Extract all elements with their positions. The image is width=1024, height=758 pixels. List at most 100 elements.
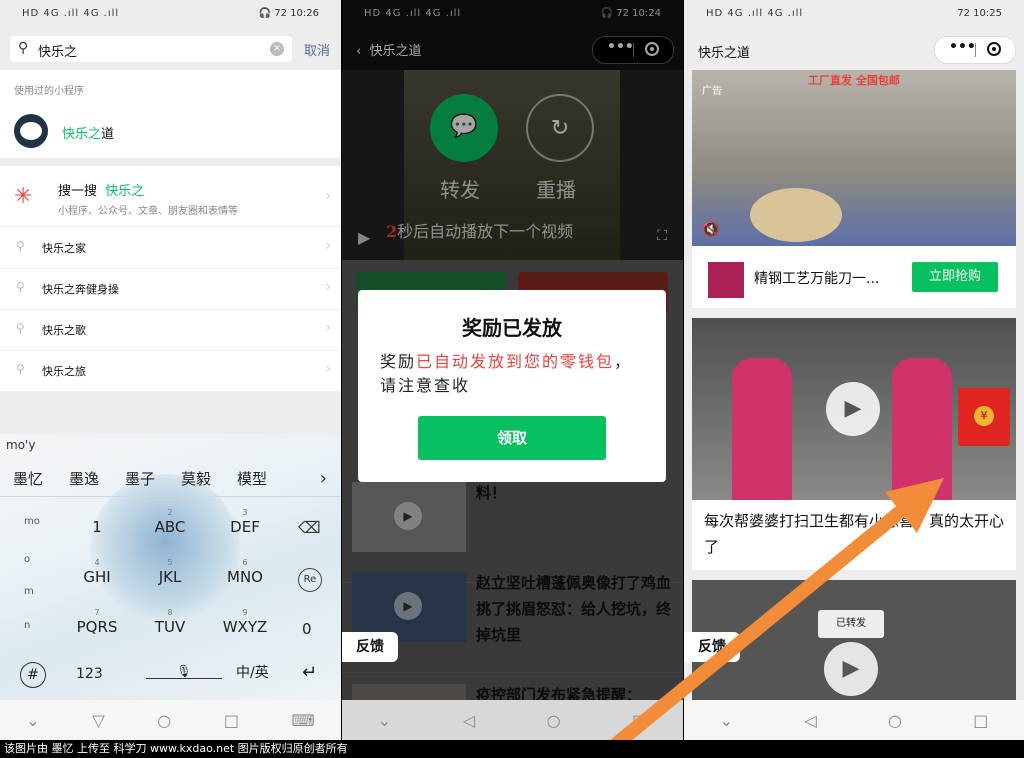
- home-icon[interactable]: ○: [547, 711, 561, 730]
- video-card[interactable]: 已转发 ▶: [692, 580, 1016, 710]
- collapse-icon[interactable]: ⌄: [26, 711, 39, 730]
- search-icon: ⚲: [16, 280, 25, 294]
- status-bar: HD 4G .ıll 4G .ıll 🎧 72 10:26: [0, 0, 341, 28]
- match-highlight: 快乐之: [62, 127, 102, 142]
- system-nav-bar: ⌄ ◁ ○ □: [684, 700, 1024, 740]
- number-key[interactable]: 123: [76, 666, 103, 682]
- side-key[interactable]: n: [24, 620, 30, 631]
- key-2[interactable]: 2 ABC: [135, 508, 205, 554]
- panda-avatar-icon[interactable]: [14, 114, 48, 148]
- key-1[interactable]: 1: [62, 508, 132, 554]
- clear-icon[interactable]: ×: [270, 42, 284, 56]
- backspace-icon[interactable]: ⌫: [298, 518, 321, 537]
- page-title: 快乐之道: [698, 46, 751, 61]
- pinyin-composition: mo'y: [6, 438, 36, 452]
- mute-icon[interactable]: 🔇: [702, 222, 719, 238]
- key-9[interactable]: 9 WXYZ: [210, 608, 280, 654]
- system-nav-bar: ⌄ ▽ ○ □ ⌨: [0, 700, 341, 740]
- mini-program-item[interactable]: 快乐之道: [62, 123, 114, 142]
- candidate[interactable]: 墨子: [112, 468, 168, 489]
- play-icon[interactable]: ▶: [826, 382, 880, 436]
- dialog-title: 奖励已发放: [462, 316, 562, 340]
- search-screen: HD 4G .ıll 4G .ıll 🎧 72 10:26 ⚲ 快乐之 × 取消…: [0, 0, 341, 740]
- keyboard-icon[interactable]: ⌨: [292, 711, 315, 730]
- buy-button[interactable]: 立即抢购: [912, 262, 998, 292]
- language-switch-key[interactable]: 中/英: [236, 662, 269, 682]
- cancel-button[interactable]: 取消: [304, 40, 330, 59]
- re-key[interactable]: Re: [298, 568, 322, 592]
- recents-icon[interactable]: □: [973, 711, 988, 730]
- ad-card[interactable]: 工厂直发 全国包邮 广告 🔇 精钢工艺万能刀一... 立即抢购: [692, 70, 1016, 308]
- key-6[interactable]: 6 MNO: [210, 558, 280, 604]
- close-icon[interactable]: [987, 42, 1001, 56]
- section-title: 使用过的小程序: [14, 86, 84, 97]
- keyboard: mo'y 墨忆 墨逸 墨子 莫毅 模型 › mo o m n 1 2 ABC 3D…: [0, 434, 341, 700]
- candidate[interactable]: 墨逸: [56, 468, 112, 489]
- key-5[interactable]: 5 JKL: [135, 558, 205, 604]
- reward-dialog: 奖励已发放 奖励已自动发放到您的零钱包，请注意查收 领取: [358, 290, 666, 482]
- back-icon[interactable]: ◁: [804, 711, 816, 730]
- search-icon: ⚲: [16, 362, 25, 376]
- play-icon[interactable]: ▶: [824, 642, 878, 696]
- souyisou-row[interactable]: ✳ 搜一搜 快乐之 小程序、公众号、文章、朋友圈和表情等 ›: [0, 166, 341, 227]
- ad-image: [692, 70, 1016, 246]
- collapse-icon[interactable]: ⌄: [720, 711, 733, 730]
- search-input[interactable]: ⚲ 快乐之 ×: [10, 36, 292, 62]
- candidate[interactable]: 莫毅: [168, 468, 224, 489]
- candidate[interactable]: 模型: [224, 468, 280, 489]
- souyisou-title: 搜一搜 快乐之: [58, 184, 145, 199]
- chevron-right-icon: ›: [325, 188, 331, 204]
- more-icon[interactable]: •••: [949, 39, 976, 55]
- key-0[interactable]: 0: [302, 620, 312, 638]
- signal-status: HD 4G .ıll 4G .ıll: [706, 8, 804, 19]
- key-7[interactable]: 7 PQRS: [62, 608, 132, 654]
- used-mini-programs: 使用过的小程序 快乐之道: [0, 70, 341, 158]
- side-key[interactable]: m: [24, 586, 34, 597]
- search-suggestions: ✳ 搜一搜 快乐之 小程序、公众号、文章、朋友圈和表情等 › ⚲ 快乐之家 › …: [0, 166, 341, 392]
- search-value: 快乐之: [38, 45, 78, 60]
- person-figure: [892, 358, 952, 500]
- video-card[interactable]: ▶ ¥ 每次帮婆婆打扫卫生都有小惊喜，真的太开心了: [692, 318, 1016, 570]
- recents-icon[interactable]: □: [224, 711, 239, 730]
- home-icon[interactable]: ○: [157, 711, 171, 730]
- claim-button[interactable]: 领取: [418, 416, 606, 460]
- key-8[interactable]: 8 TUV: [135, 608, 205, 654]
- key-3[interactable]: 3 DEF: [210, 508, 280, 554]
- recents-icon[interactable]: □: [632, 711, 647, 730]
- back-icon[interactable]: ◁: [463, 711, 475, 730]
- souyisou-desc: 小程序、公众号、文章、朋友圈和表情等: [58, 206, 238, 217]
- candidate[interactable]: 墨忆: [0, 468, 56, 489]
- dialog-body: 奖励已自动发放到您的零钱包，请注意查收: [380, 352, 633, 395]
- back-icon[interactable]: ▽: [92, 711, 104, 730]
- candidate-bar: 墨忆 墨逸 墨子 莫毅 模型: [0, 460, 341, 497]
- list-item[interactable]: ⚲ 快乐之歌 ›: [0, 309, 341, 351]
- chevron-right-icon: ›: [325, 238, 331, 254]
- space-key[interactable]: 🎙: [146, 664, 222, 679]
- item-suffix: 道: [101, 127, 115, 142]
- mini-program-capsule: •••: [934, 36, 1016, 64]
- chevron-right-icon: ›: [325, 320, 331, 336]
- list-item[interactable]: ⚲ 快乐之家 ›: [0, 227, 341, 269]
- ad-caption: 工厂直发 全国包邮: [808, 74, 900, 87]
- enter-icon[interactable]: ↵: [302, 662, 317, 683]
- side-key[interactable]: mo: [24, 516, 40, 527]
- key-4[interactable]: 4 GHI: [62, 558, 132, 604]
- list-item[interactable]: ⚲ 快乐之奔健身操 ›: [0, 268, 341, 310]
- feedback-button[interactable]: 反馈: [342, 632, 398, 662]
- chevron-right-icon: ›: [325, 279, 331, 295]
- side-key[interactable]: o: [24, 554, 30, 565]
- system-nav-bar: ⌄ ◁ ○ □: [342, 700, 683, 740]
- search-icon: ⚲: [16, 321, 25, 335]
- watermark-caption: 该图片由 墨忆 上传至 科学刀 www.kxdao.net 图片版权归原创者所有: [0, 740, 1024, 758]
- ad-tag: 广告: [702, 86, 722, 97]
- home-icon[interactable]: ○: [888, 711, 902, 730]
- chevron-right-icon[interactable]: ›: [320, 468, 327, 489]
- search-icon: ⚲: [18, 40, 29, 56]
- red-envelope-icon[interactable]: ¥: [958, 388, 1010, 446]
- list-item[interactable]: ⚲ 快乐之旅 ›: [0, 350, 341, 392]
- product-icon: [708, 262, 744, 298]
- video-title: 每次帮婆婆打扫卫生都有小惊喜，真的太开心了: [704, 512, 1005, 556]
- feedback-button[interactable]: 反馈: [684, 632, 740, 662]
- hash-key[interactable]: #: [20, 662, 46, 688]
- collapse-icon[interactable]: ⌄: [378, 711, 391, 730]
